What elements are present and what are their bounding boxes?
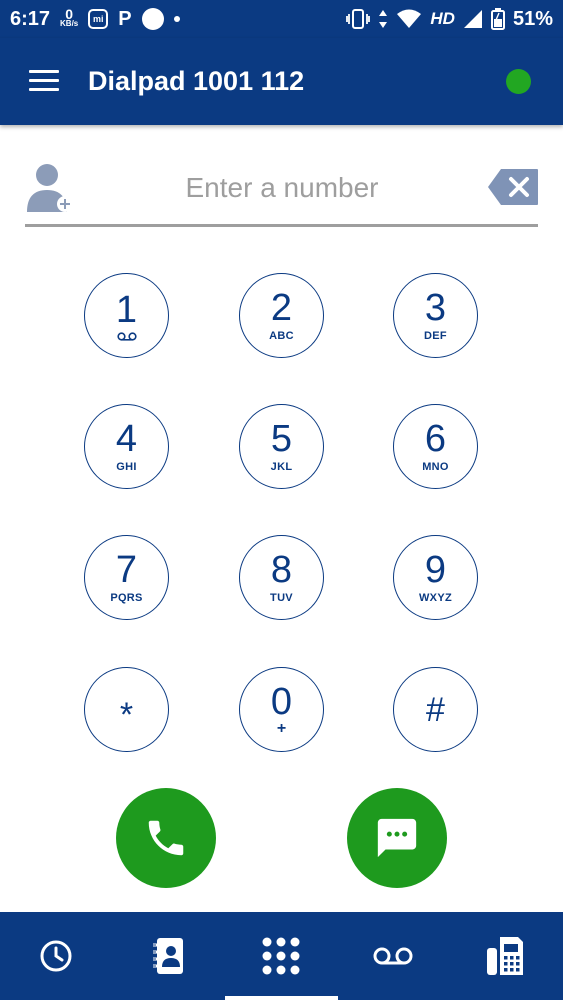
p-app-icon: P [118,7,132,30]
cell-signal-icon [463,10,482,28]
key-letters: + [276,720,287,737]
key-7[interactable]: 7 PQRS [84,535,169,620]
key-digit: # [426,690,445,729]
wifi-icon [397,9,422,28]
key-digit: 5 [270,418,293,460]
number-input-row [25,150,538,227]
presence-status-indicator [506,69,531,94]
contacts-icon [153,938,183,974]
key-letters: JKL [270,461,293,473]
net-speed-value: 0 [65,6,74,22]
key-letters: TUV [270,592,293,604]
key-digit: 9 [424,549,447,591]
voicemail-icon [373,947,413,965]
key-letters: GHI [116,461,137,473]
dialpad-icon [262,937,300,975]
key-1[interactable]: 1 [84,273,169,358]
add-contact-icon[interactable] [25,160,75,214]
key-star[interactable]: * [84,667,169,752]
key-5[interactable]: 5 JKL [239,404,324,489]
voicemail-small-icon [116,331,137,341]
key-9[interactable]: 9 WXYZ [393,535,478,620]
key-6[interactable]: 6 MNO [393,404,478,489]
app-bar: Dialpad 1001 112 [0,38,563,125]
key-8[interactable]: 8 TUV [239,535,324,620]
message-button[interactable] [347,788,447,888]
key-letters: MNO [422,461,449,473]
battery-icon [490,8,505,30]
nav-contacts[interactable] [112,912,224,1000]
key-digit: 4 [115,418,138,460]
key-letters: WXYZ [419,592,452,604]
key-letters: ABC [269,330,294,342]
fax-icon [487,937,523,975]
key-3[interactable]: 3 DEF [393,273,478,358]
data-arrows-icon [379,10,388,28]
key-4[interactable]: 4 GHI [84,404,169,489]
key-digit: 0 [270,681,293,723]
key-letters: DEF [424,330,447,342]
key-digit: 2 [270,287,293,329]
backspace-icon[interactable] [487,168,539,206]
key-digit: 7 [115,549,138,591]
key-digit: 8 [270,549,293,591]
key-digit: 3 [424,287,447,329]
nav-fax[interactable] [450,912,562,1000]
key-hash[interactable]: # [393,667,478,752]
net-speed-unit: KB/s [60,19,79,28]
selected-tab-indicator [225,996,338,1000]
status-time: 6:17 [10,7,51,30]
circle-notification-icon [141,8,164,30]
battery-percent: 51% [512,7,553,30]
page-title: Dialpad 1001 112 [88,66,305,96]
call-button[interactable] [116,788,216,888]
key-digit: 6 [424,418,447,460]
key-digit: 1 [115,288,138,331]
number-input[interactable] [95,162,469,214]
status-bar: 6:17 0 KB/s mi P HD 51% [0,0,563,38]
key-0[interactable]: 0 + [239,667,324,752]
network-type: HD [430,9,455,28]
mi-app-icon: mi [88,9,109,29]
nav-dialpad[interactable] [225,912,337,1000]
nav-recents[interactable] [0,912,112,1000]
key-digit: * [119,695,134,734]
key-2[interactable]: 2 ABC [239,273,324,358]
nav-voicemail[interactable] [337,912,449,1000]
more-notifications-icon [173,16,180,22]
chat-icon [377,818,417,858]
vibrate-icon [346,9,371,29]
net-speed: 0 KB/s [60,6,79,29]
menu-icon[interactable] [29,70,59,92]
key-letters: PQRS [110,592,143,604]
phone-icon [148,820,184,856]
clock-icon [40,940,72,972]
bottom-nav [0,912,563,1000]
